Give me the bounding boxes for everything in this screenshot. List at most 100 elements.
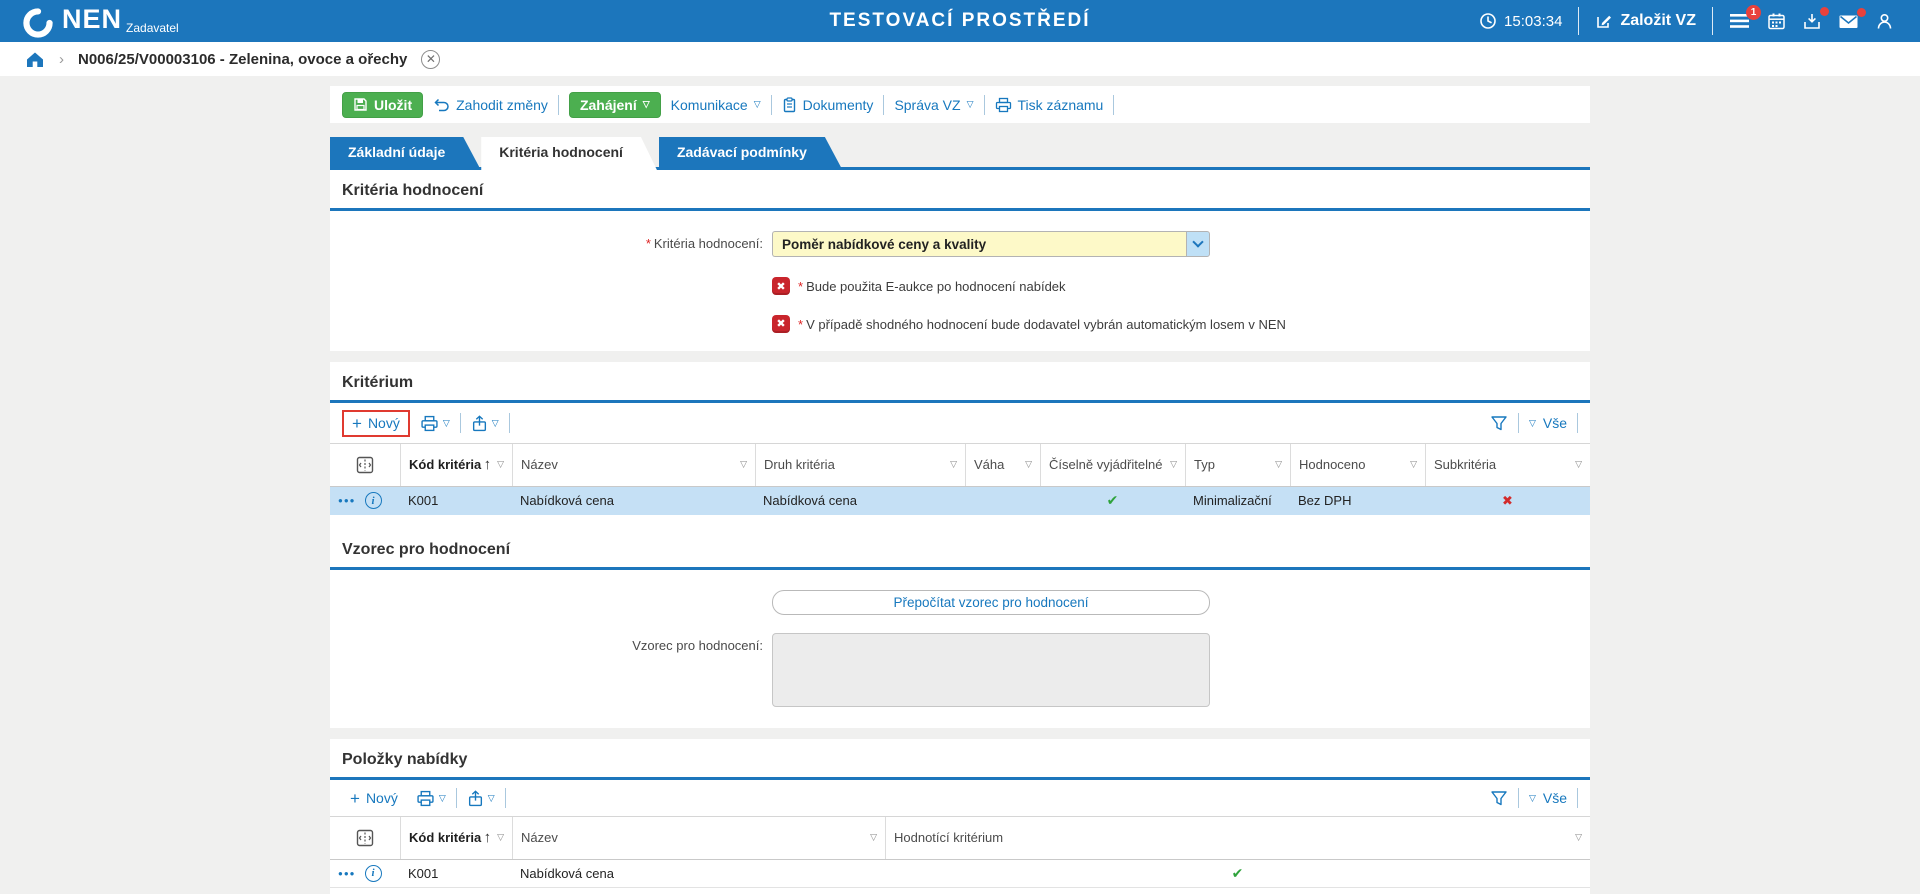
- view-all-button[interactable]: ▽ Vše: [1529, 415, 1567, 431]
- mail-notification-dot: [1857, 8, 1866, 17]
- start-dropdown-button[interactable]: Zahájení ▽: [569, 92, 661, 118]
- eaukce-flag-icon[interactable]: ✖: [772, 277, 790, 295]
- row-menu-icon[interactable]: ●●●: [338, 869, 356, 878]
- column-filter-icon[interactable]: ▽: [1025, 459, 1032, 470]
- column-header-kod-kriteria[interactable]: Kód kritéria ↑ ▽: [400, 444, 512, 486]
- column-header-nazev[interactable]: Název ▽: [512, 817, 885, 859]
- download-tray-icon: [1802, 12, 1822, 31]
- criteria-select-value: Poměr nabídkové ceny a kvality: [772, 231, 1186, 257]
- toolbar-separator: [456, 788, 457, 808]
- column-filter-icon[interactable]: ▽: [1275, 459, 1282, 470]
- info-icon[interactable]: i: [365, 492, 382, 509]
- section-title-vzorec: Vzorec pro hodnocení: [330, 529, 1590, 567]
- column-header-druh-kriteria[interactable]: Druh kritéria ▽: [755, 444, 965, 486]
- column-filter-icon[interactable]: ▽: [740, 459, 747, 470]
- filter-button[interactable]: [1490, 415, 1508, 432]
- column-header-ciselne-vyjadritelne[interactable]: Číselně vyjádřitelné ▽: [1040, 444, 1185, 486]
- calendar-icon: [1767, 12, 1786, 31]
- row-menu-icon[interactable]: ●●●: [338, 496, 356, 505]
- nen-logo-icon[interactable]: [22, 7, 54, 39]
- sort-asc-icon[interactable]: ↑: [484, 829, 492, 846]
- kriterium-table-row[interactable]: ●●● i K001 Nabídková cena Nabídková cena…: [330, 487, 1590, 515]
- dropdown-icon: ▽: [643, 100, 650, 109]
- new-polozka-button[interactable]: + Nový: [342, 787, 406, 810]
- export-grid-button[interactable]: ▽: [471, 415, 499, 432]
- cell-druh: Nabídková cena: [755, 493, 965, 508]
- dropdown-icon: ▽: [967, 100, 974, 109]
- info-icon[interactable]: i: [365, 865, 382, 882]
- communication-dropdown-button[interactable]: Komunikace ▽: [671, 97, 761, 113]
- app-logo-text[interactable]: NEN: [62, 4, 122, 34]
- printer-icon: [420, 415, 439, 432]
- criteria-select[interactable]: Poměr nabídkové ceny a kvality: [772, 231, 1210, 257]
- view-all-button[interactable]: ▽ Vše: [1529, 790, 1567, 806]
- column-header-subkriteria[interactable]: Subkritéria ▽: [1425, 444, 1590, 486]
- dropdown-icon: ▽: [492, 419, 499, 428]
- column-filter-icon[interactable]: ▽: [497, 459, 504, 470]
- tab-kriteria-hodnoceni[interactable]: Kritéria hodnocení: [481, 137, 657, 170]
- column-header-vaha[interactable]: Váha ▽: [965, 444, 1040, 486]
- print-grid-button[interactable]: ▽: [420, 415, 450, 432]
- breadcrumb-record-title[interactable]: N006/25/V00003106 - Zelenina, ovoce a oř…: [78, 51, 407, 68]
- documents-button[interactable]: Dokumenty: [782, 97, 874, 113]
- column-chooser-icon: [355, 455, 375, 475]
- column-filter-icon[interactable]: ▽: [870, 832, 877, 843]
- column-chooser-button[interactable]: [330, 817, 400, 859]
- export-icon: [467, 790, 484, 807]
- chevron-down-icon[interactable]: [1186, 231, 1210, 257]
- column-chooser-button[interactable]: [330, 444, 400, 486]
- recalculate-formula-button[interactable]: Přepočítat vzorec pro hodnocení: [772, 590, 1210, 615]
- cell-hodnoceno: Bez DPH: [1290, 493, 1425, 508]
- column-filter-icon[interactable]: ▽: [950, 459, 957, 470]
- home-button[interactable]: [25, 50, 45, 69]
- column-filter-icon[interactable]: ▽: [1170, 459, 1177, 470]
- tab-zakladni-udaje[interactable]: Základní údaje: [330, 137, 479, 167]
- calendar-button[interactable]: [1767, 12, 1786, 31]
- kriterium-table-header: Kód kritéria ↑ ▽ Název ▽ Druh kritéria ▽…: [330, 443, 1590, 487]
- filter-button[interactable]: [1490, 790, 1508, 807]
- column-filter-icon[interactable]: ▽: [1410, 459, 1417, 470]
- person-icon: [1875, 12, 1894, 31]
- messages-button[interactable]: [1838, 13, 1859, 30]
- menu-notification-badge: 1: [1746, 5, 1761, 20]
- los-flag-icon[interactable]: ✖: [772, 315, 790, 333]
- column-filter-icon[interactable]: ▽: [1575, 459, 1582, 470]
- header-divider: [1578, 7, 1579, 35]
- toolbar-separator: [509, 413, 510, 433]
- record-action-toolbar: Uložit Zahodit změny Zahájení ▽ Komunika…: [330, 86, 1590, 123]
- column-filter-icon[interactable]: ▽: [497, 832, 504, 843]
- user-profile-button[interactable]: [1875, 12, 1894, 31]
- column-header-hodnoceno[interactable]: Hodnoceno ▽: [1290, 444, 1425, 486]
- formula-textarea[interactable]: [772, 633, 1210, 707]
- column-header-kod-kriteria[interactable]: Kód kritéria ↑ ▽: [400, 817, 512, 859]
- column-header-hodnotici-kriterium[interactable]: Hodnotící kritérium ▽: [885, 817, 1590, 859]
- plus-icon: +: [350, 790, 360, 807]
- close-record-icon[interactable]: ✕: [421, 50, 440, 69]
- funnel-icon: [1490, 790, 1508, 807]
- required-mark: *: [798, 317, 803, 332]
- cell-kod: K001: [400, 493, 512, 508]
- new-kriterium-button[interactable]: + Nový: [342, 410, 410, 437]
- print-record-button[interactable]: Tisk záznamu: [995, 97, 1104, 113]
- main-menu-button[interactable]: 1: [1729, 12, 1751, 30]
- funnel-icon: [1490, 415, 1508, 432]
- sort-asc-icon[interactable]: ↑: [484, 456, 492, 473]
- tab-zadavaci-podminky[interactable]: Zadávací podmínky: [659, 137, 841, 167]
- toolbar-separator: [771, 95, 772, 115]
- manage-vz-dropdown-button[interactable]: Správa VZ ▽: [894, 97, 973, 113]
- row-actions-cell: ●●● i: [330, 492, 400, 509]
- print-grid-button[interactable]: ▽: [416, 790, 446, 807]
- inbox-button[interactable]: [1802, 12, 1822, 31]
- polozky-table-row[interactable]: ●●● i K001 Nabídková cena ✔: [330, 860, 1590, 888]
- export-grid-button[interactable]: ▽: [467, 790, 495, 807]
- cell-nazev: Nabídková cena: [512, 866, 885, 881]
- column-header-typ[interactable]: Typ ▽: [1185, 444, 1290, 486]
- dropdown-icon: ▽: [754, 100, 761, 109]
- column-header-nazev[interactable]: Název ▽: [512, 444, 755, 486]
- inbox-notification-dot: [1820, 7, 1829, 16]
- create-vz-button[interactable]: Založit VZ: [1595, 12, 1696, 30]
- save-button[interactable]: Uložit: [342, 92, 423, 118]
- printer-icon: [416, 790, 435, 807]
- column-filter-icon[interactable]: ▽: [1575, 832, 1582, 843]
- discard-changes-button[interactable]: Zahodit změny: [433, 97, 548, 113]
